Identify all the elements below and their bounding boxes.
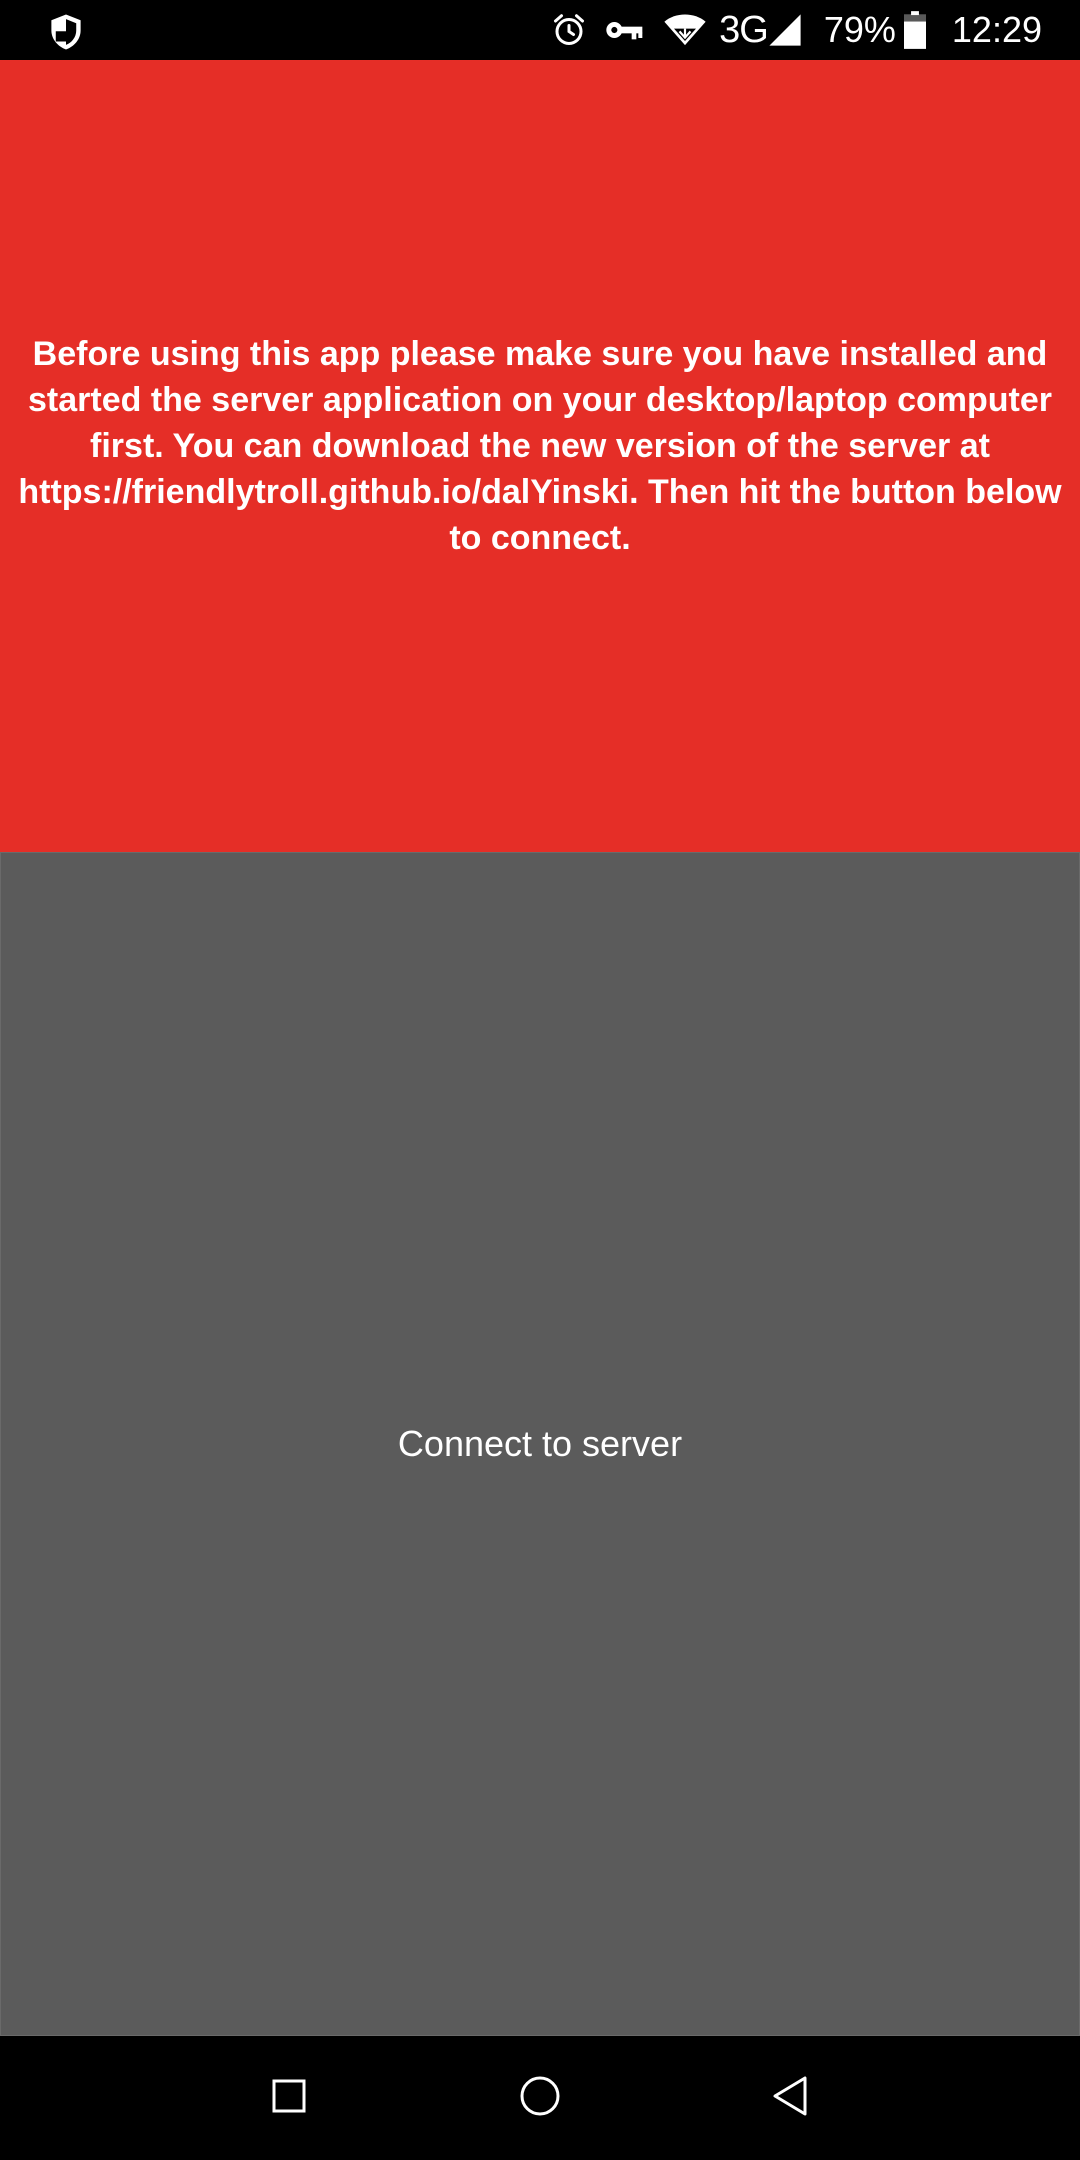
screen: 3G 79% 12:29 Before using this app pleas…	[0, 0, 1080, 2160]
vpn-key-icon	[605, 16, 645, 44]
battery-percent: 79%	[823, 9, 896, 50]
cell-signal-icon	[768, 13, 802, 47]
connect-to-server-button[interactable]: Connect to server	[0, 852, 1080, 2036]
alarm-icon	[551, 12, 587, 48]
clock: 12:29	[951, 9, 1042, 50]
instructions-text: Before using this app please make sure y…	[18, 335, 1062, 557]
wifi-icon	[663, 13, 707, 47]
connect-button-label: Connect to server	[397, 1423, 683, 1464]
navigation-bar	[0, 2036, 1080, 2160]
battery-icon	[903, 11, 926, 49]
back-button[interactable]	[758, 2066, 822, 2130]
back-icon	[771, 2075, 809, 2122]
info-panel: Before using this app please make sure y…	[0, 60, 1080, 852]
home-button[interactable]	[508, 2066, 572, 2130]
status-bar: 3G 79% 12:29	[0, 0, 1080, 60]
home-icon	[519, 2075, 561, 2122]
recents-button[interactable]	[257, 2066, 321, 2130]
shield-icon	[46, 12, 86, 52]
recents-icon	[272, 2079, 306, 2118]
network-type: 3G	[719, 9, 769, 51]
status-icons: 3G 79% 12:29	[551, 0, 1042, 60]
